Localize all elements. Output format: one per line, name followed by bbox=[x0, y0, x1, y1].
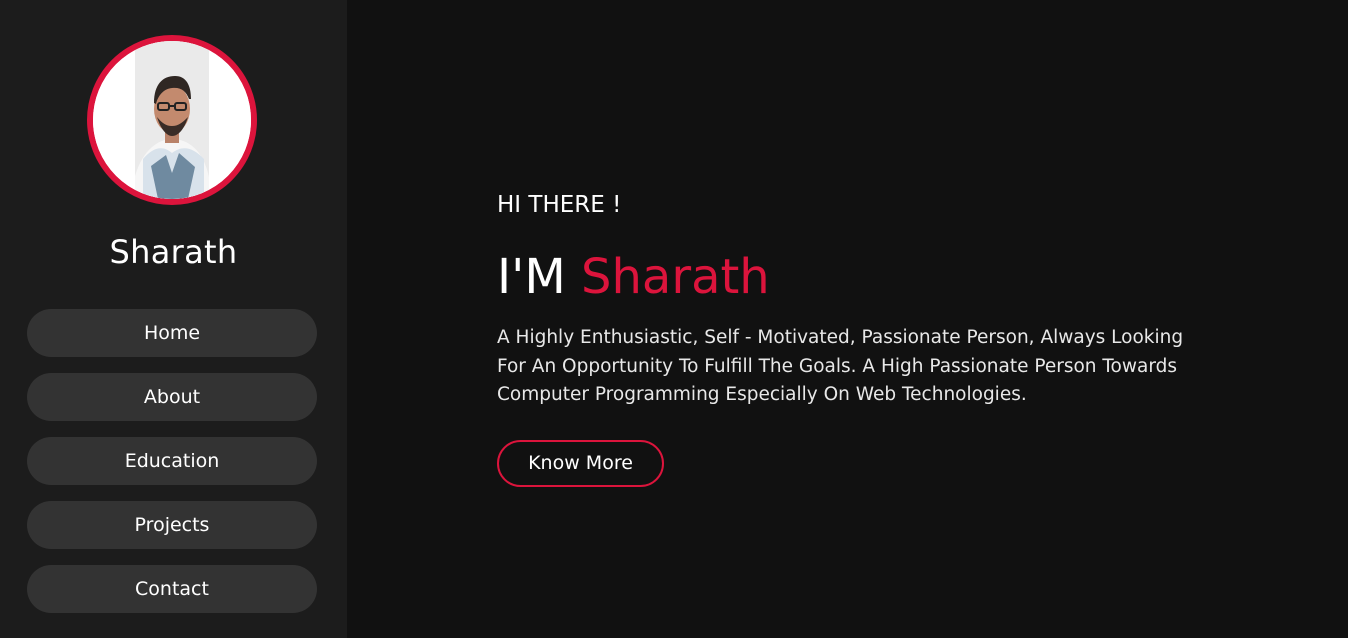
avatar bbox=[87, 35, 257, 205]
hero-greeting: HI THERE ! bbox=[497, 192, 622, 218]
nav-item-contact[interactable]: Contact bbox=[27, 565, 317, 613]
nav-item-home[interactable]: Home bbox=[27, 309, 317, 357]
sidebar: Sharath Home About Education Projects Co… bbox=[0, 0, 347, 638]
hero-headline: I'M Sharath bbox=[497, 248, 770, 306]
page: Sharath Home About Education Projects Co… bbox=[0, 0, 1348, 638]
hero-description: A Highly Enthusiastic, Self - Motivated,… bbox=[497, 327, 1184, 405]
nav-item-about[interactable]: About bbox=[27, 373, 317, 421]
nav-item-education[interactable]: Education bbox=[27, 437, 317, 485]
hero-section: HI THERE ! I'M Sharath A Highly Enthusia… bbox=[347, 0, 1348, 638]
hero-name: Sharath bbox=[581, 249, 770, 305]
hero-prefix: I'M bbox=[497, 249, 582, 305]
profile-name: Sharath bbox=[109, 233, 238, 271]
sidebar-nav: Home About Education Projects Contact bbox=[27, 309, 317, 613]
nav-item-projects[interactable]: Projects bbox=[27, 501, 317, 549]
profile-photo bbox=[93, 41, 251, 199]
know-more-button[interactable]: Know More bbox=[497, 440, 664, 487]
